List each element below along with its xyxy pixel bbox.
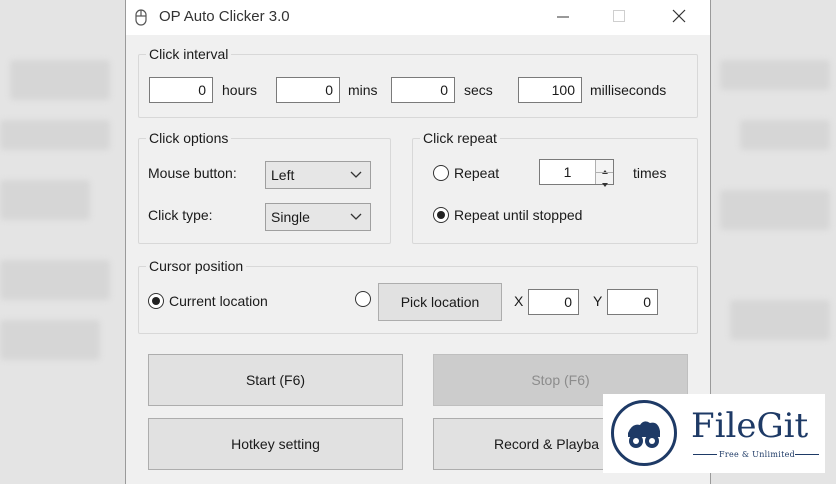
- divider: [795, 454, 819, 455]
- background-blur: [0, 320, 100, 360]
- milliseconds-input[interactable]: 100: [518, 77, 582, 103]
- spin-up-button[interactable]: [596, 160, 613, 174]
- current-location-radio[interactable]: [148, 293, 164, 309]
- radio-selected-dot: [437, 211, 445, 219]
- repeat-until-stopped-label[interactable]: Repeat until stopped: [454, 206, 582, 224]
- repeat-count-value: 1: [563, 164, 572, 180]
- title-bar[interactable]: OP Auto Clicker 3.0: [126, 0, 710, 35]
- arrow-down-icon: [601, 183, 608, 187]
- background-blur: [10, 60, 110, 100]
- click-type-select[interactable]: Single: [265, 203, 371, 231]
- click-interval-group: Click interval 0 hours 0 mins 0 secs 100…: [138, 45, 698, 118]
- repeat-count-input[interactable]: 1: [539, 159, 614, 187]
- pick-location-radio[interactable]: [355, 291, 371, 307]
- secs-label: secs: [464, 82, 493, 98]
- background-blur: [740, 120, 830, 150]
- repeat-radio[interactable]: [433, 165, 449, 181]
- hours-label: hours: [222, 82, 258, 98]
- background-blur: [0, 260, 110, 300]
- hotkey-setting-button[interactable]: Hotkey setting: [148, 418, 403, 470]
- pick-location-button[interactable]: Pick location: [378, 283, 502, 321]
- current-location-label[interactable]: Current location: [169, 292, 268, 310]
- watermark-tagline: Free & Unlimited: [719, 450, 796, 459]
- group-title: Click interval: [146, 45, 232, 63]
- repeat-until-stopped-radio[interactable]: [433, 207, 449, 223]
- minimize-icon: [557, 16, 569, 18]
- click-type-value: Single: [271, 209, 310, 225]
- times-label: times: [633, 165, 667, 181]
- mouse-button-select[interactable]: Left: [265, 161, 371, 189]
- background-blur: [730, 300, 830, 340]
- chevron-down-icon: [350, 171, 362, 178]
- close-button[interactable]: [666, 6, 692, 28]
- click-options-group: Click options Mouse button: Left Click t…: [138, 129, 391, 244]
- milliseconds-label: milliseconds: [590, 82, 667, 98]
- repeat-label[interactable]: Repeat: [454, 164, 499, 182]
- x-coordinate-input[interactable]: 0: [528, 289, 579, 315]
- group-title: Cursor position: [146, 257, 247, 275]
- close-icon: [672, 9, 686, 23]
- mins-input[interactable]: 0: [276, 77, 340, 103]
- group-title: Click repeat: [420, 129, 500, 147]
- background-blur: [720, 190, 830, 230]
- mins-label: mins: [348, 82, 378, 98]
- start-button[interactable]: Start (F6): [148, 354, 403, 406]
- radio-selected-dot: [152, 297, 160, 305]
- watermark-title: FileGit: [691, 406, 809, 446]
- group-title: Click options: [146, 129, 232, 147]
- repeat-count-spinner[interactable]: [595, 160, 613, 187]
- binoculars-icon: [628, 421, 660, 448]
- y-label: Y: [593, 293, 603, 309]
- mouse-button-value: Left: [271, 167, 295, 183]
- minimize-button[interactable]: [550, 6, 576, 28]
- cursor-position-group: Cursor position Current location Pick lo…: [138, 257, 698, 334]
- spin-down-button[interactable]: [596, 172, 613, 187]
- background-blur: [720, 60, 830, 90]
- filegit-watermark: FileGit Free & Unlimited: [603, 394, 825, 473]
- click-repeat-group: Click repeat Repeat 1 times Repeat until…: [412, 129, 698, 244]
- x-label: X: [514, 293, 524, 309]
- mouse-button-label: Mouse button:: [148, 165, 237, 181]
- divider: [693, 454, 717, 455]
- hours-input[interactable]: 0: [149, 77, 213, 103]
- mouse-icon: [135, 9, 147, 26]
- secs-input[interactable]: 0: [391, 77, 455, 103]
- chevron-down-icon: [350, 213, 362, 220]
- window-title: OP Auto Clicker 3.0: [159, 8, 290, 25]
- background-blur: [0, 180, 90, 220]
- filegit-logo: [611, 400, 677, 466]
- maximize-icon: [613, 10, 625, 22]
- click-type-label: Click type:: [148, 207, 213, 223]
- background-blur: [0, 120, 110, 150]
- record-playback-label: Record & Playba: [494, 436, 600, 452]
- maximize-button: [606, 6, 632, 28]
- y-coordinate-input[interactable]: 0: [607, 289, 658, 315]
